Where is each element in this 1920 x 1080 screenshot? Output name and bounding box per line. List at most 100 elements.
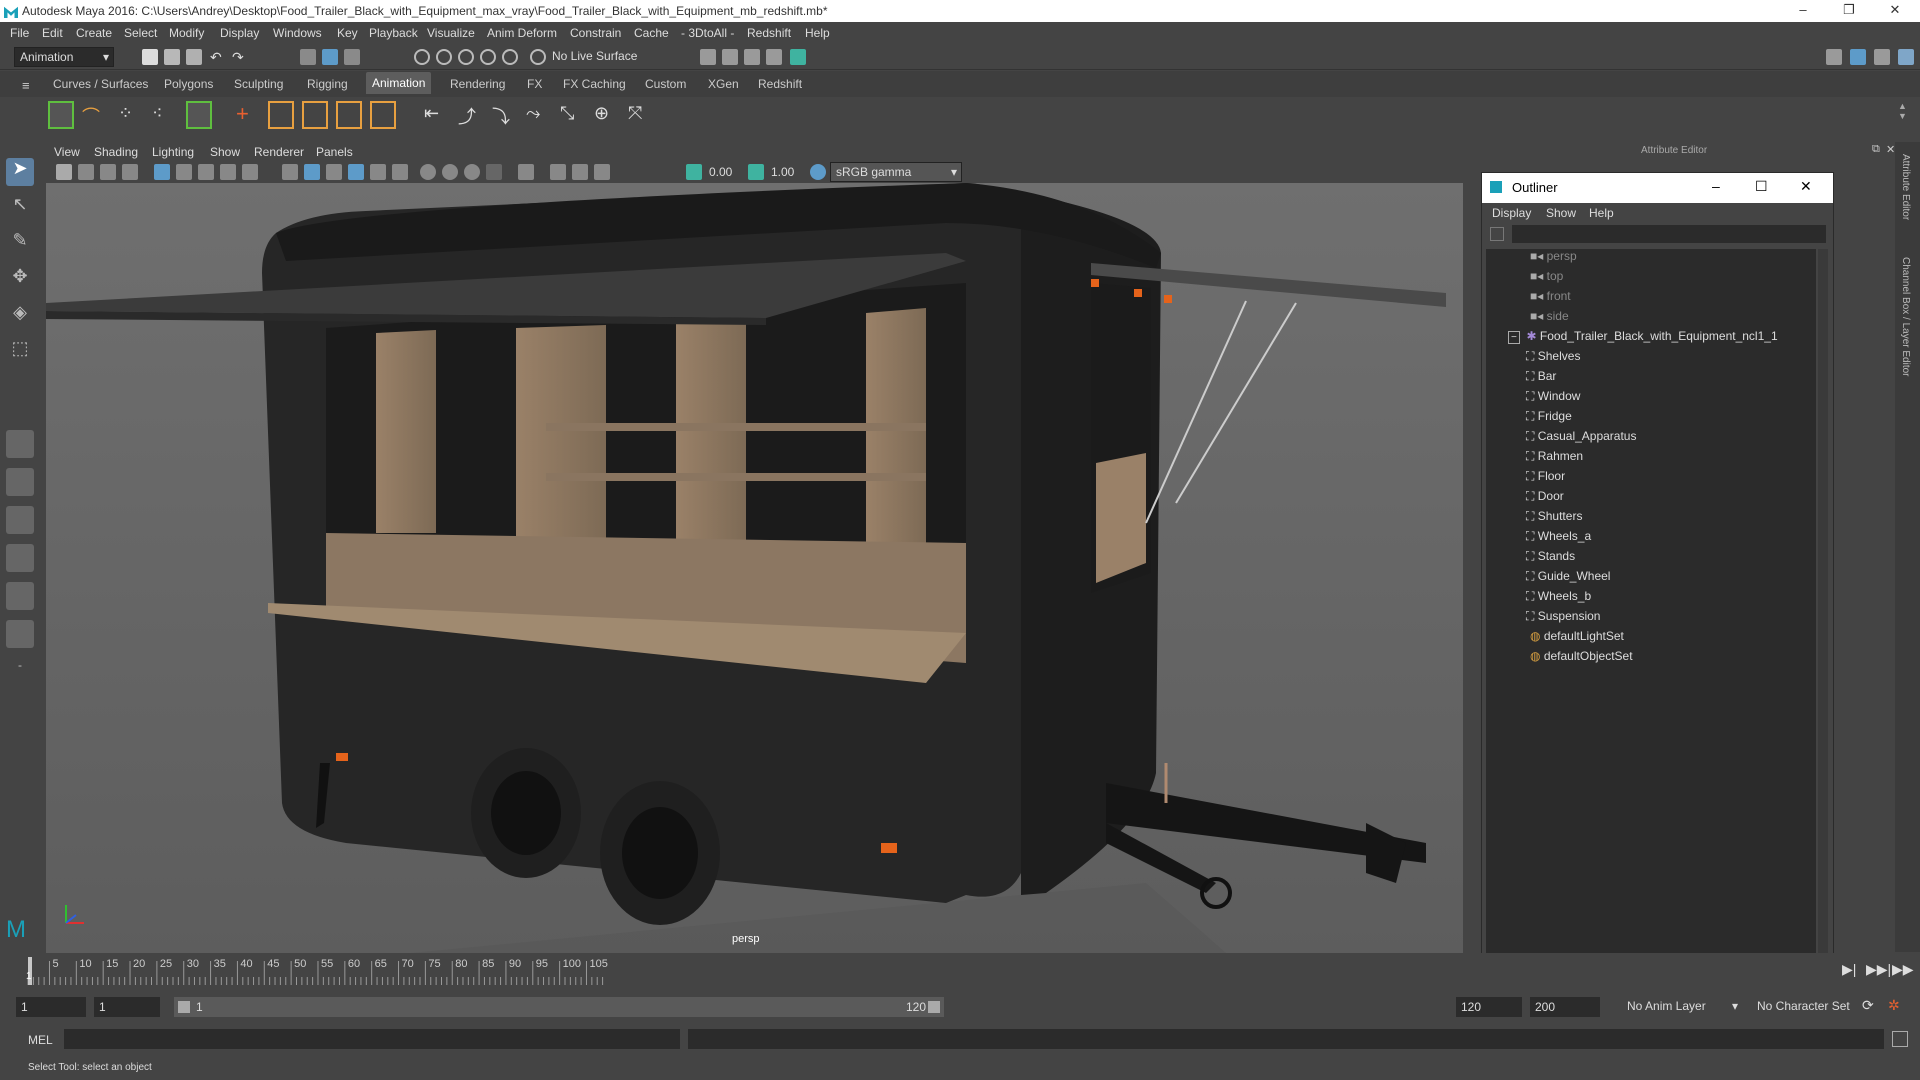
filter-icon[interactable] (1490, 227, 1504, 241)
field-chart-icon[interactable] (242, 164, 258, 180)
panel-menu-shading[interactable]: Shading (94, 145, 138, 159)
workspace-icon[interactable] (1826, 49, 1842, 65)
gamma-field[interactable]: 1.00 (766, 162, 806, 182)
tab-rigging[interactable]: Rigging (307, 77, 348, 91)
time-slider[interactable]: 5 10 15 20 25 30 35 40 45 50 55 60 65 70 75 80 85 90 95 100… (0, 953, 1920, 987)
outliner-menu-help[interactable]: Help (1589, 206, 1614, 220)
minimize-button[interactable]: – (1712, 178, 1720, 194)
camera-attributes-icon[interactable] (78, 164, 94, 180)
tab-xgen[interactable]: XGen (708, 77, 739, 91)
tree-item-child[interactable]: ⛶ Wheels_b (1526, 589, 1591, 609)
film-gate-icon[interactable] (176, 164, 192, 180)
lasso-tool-icon[interactable]: ↖ (6, 194, 34, 222)
tree-item-child[interactable]: ⛶ Wheels_a (1526, 529, 1591, 549)
menu-anim-deform[interactable]: Anim Deform (487, 26, 557, 40)
auto-key-icon[interactable]: ⟳ (1862, 997, 1874, 1014)
attribute-editor-toggle-icon[interactable] (1898, 49, 1914, 65)
panel-menu-show[interactable]: Show (210, 145, 240, 159)
undo-icon[interactable]: ↶ (210, 49, 226, 65)
menu-windows[interactable]: Windows (273, 26, 322, 40)
script-editor-icon[interactable] (1892, 1031, 1908, 1047)
tree-item-camera[interactable]: ■◂ top (1530, 269, 1563, 289)
tree-item-set[interactable]: ◍ defaultLightSet (1530, 629, 1624, 649)
cluster-icon[interactable] (370, 101, 396, 129)
single-pane-layout-icon[interactable] (6, 430, 34, 458)
channel-box-toggle-icon[interactable] (1874, 49, 1890, 65)
select-hierarchy-icon[interactable] (300, 49, 316, 65)
go-to-end-icon[interactable]: ▶▶ (1892, 961, 1914, 978)
tab-fx[interactable]: FX (527, 77, 542, 91)
menu-playback[interactable]: Playback (369, 26, 418, 40)
xray-icon[interactable] (550, 164, 566, 180)
panel-menu-panels[interactable]: Panels (316, 145, 353, 159)
xray-components-icon[interactable] (594, 164, 610, 180)
hypershade-icon[interactable] (766, 49, 782, 65)
exposure-field[interactable]: 0.00 (704, 162, 744, 182)
shadows-icon[interactable] (392, 164, 408, 180)
resolution-gate-icon[interactable] (198, 164, 214, 180)
character-set-dropdown[interactable]: No Character Set (1752, 997, 1872, 1017)
persp-graph-layout-icon[interactable] (6, 582, 34, 610)
parent-constraint-icon[interactable]: ⇤ (424, 103, 450, 129)
playblast-icon[interactable] (186, 101, 212, 129)
scene-end-field[interactable]: 200 (1530, 997, 1600, 1017)
outliner-menu-display[interactable]: Display (1492, 206, 1531, 220)
playback-start-field[interactable]: 1 (94, 997, 160, 1017)
tree-item-child[interactable]: ⛶ Stands (1526, 549, 1575, 569)
menuset-dropdown[interactable]: Animation ▾ (14, 47, 114, 67)
select-object-icon[interactable] (322, 49, 338, 65)
panel-menu-view[interactable]: View (54, 145, 80, 159)
close-button[interactable]: ✕ (1872, 0, 1918, 22)
depth-of-field-icon[interactable] (486, 164, 502, 180)
attribute-editor-side-tab[interactable]: Attribute Editor (1900, 154, 1911, 220)
hypershade-layout-icon[interactable] (6, 620, 34, 648)
scale-constraint-icon[interactable]: ⤡ (560, 103, 586, 129)
tree-item-child[interactable]: ⛶ Bar (1526, 369, 1556, 389)
textured-icon[interactable] (348, 164, 364, 180)
menu-edit[interactable]: Edit (42, 26, 63, 40)
tree-item-child[interactable]: ⛶ Window (1526, 389, 1580, 409)
close-button[interactable]: ✕ (1800, 178, 1812, 195)
outliner-search-input[interactable] (1512, 225, 1826, 243)
new-scene-icon[interactable] (142, 49, 158, 65)
snap-curve-icon[interactable] (436, 49, 452, 65)
tree-item-child[interactable]: ⛶ Shutters (1526, 509, 1582, 529)
save-scene-icon[interactable] (186, 49, 202, 65)
tab-animation[interactable]: Animation (366, 72, 432, 94)
unghost-icon[interactable]: ⁖ (152, 103, 178, 129)
render-frame-icon[interactable] (700, 49, 716, 65)
grid-toggle-icon[interactable] (154, 164, 170, 180)
move-tool-icon[interactable]: ✥ (6, 266, 34, 294)
script-language-label[interactable]: MEL (28, 1033, 53, 1047)
float-panel-icon[interactable]: ⧉ (1872, 143, 1880, 156)
set-key-icon[interactable] (48, 101, 74, 129)
gate-mask-icon[interactable] (220, 164, 236, 180)
shelf-menu-icon[interactable]: ≡ (22, 78, 30, 93)
isolate-select-icon[interactable] (518, 164, 534, 180)
range-start-handle[interactable] (178, 1001, 190, 1013)
gamma-icon[interactable] (748, 164, 764, 180)
motion-blur-icon[interactable] (442, 164, 458, 180)
tree-item-child[interactable]: ⛶ Door (1526, 489, 1564, 509)
select-tool-icon[interactable]: ➤ (6, 158, 34, 186)
snap-grid-icon[interactable] (414, 49, 430, 65)
xray-joints-icon[interactable] (572, 164, 588, 180)
camera-select-icon[interactable] (56, 164, 72, 180)
panel-menu-lighting[interactable]: Lighting (152, 145, 194, 159)
bind-skin-icon[interactable] (302, 101, 328, 129)
menu-visualize[interactable]: Visualize (427, 26, 475, 40)
aim-constraint-icon[interactable]: ⤳ (526, 103, 552, 129)
menu-display[interactable]: Display (220, 26, 259, 40)
step-forward-icon[interactable]: ▶| (1842, 961, 1856, 978)
geometry-constraint-icon[interactable]: ⤧ (628, 103, 654, 129)
anti-aliasing-icon[interactable] (464, 164, 480, 180)
tree-item-child[interactable]: ⛶ Fridge (1526, 409, 1572, 429)
render-settings-icon[interactable] (744, 49, 760, 65)
tree-item-root[interactable]: − ✱ Food_Trailer_Black_with_Equipment_nc… (1508, 329, 1778, 349)
outliner-menu-show[interactable]: Show (1546, 206, 1576, 220)
tab-sculpting[interactable]: Sculpting (234, 77, 283, 91)
menu-file[interactable]: File (10, 26, 29, 40)
tree-item-child[interactable]: ⛶ Guide_Wheel (1526, 569, 1610, 589)
command-input[interactable] (64, 1029, 680, 1049)
maximize-button[interactable]: ☐ (1755, 178, 1768, 195)
